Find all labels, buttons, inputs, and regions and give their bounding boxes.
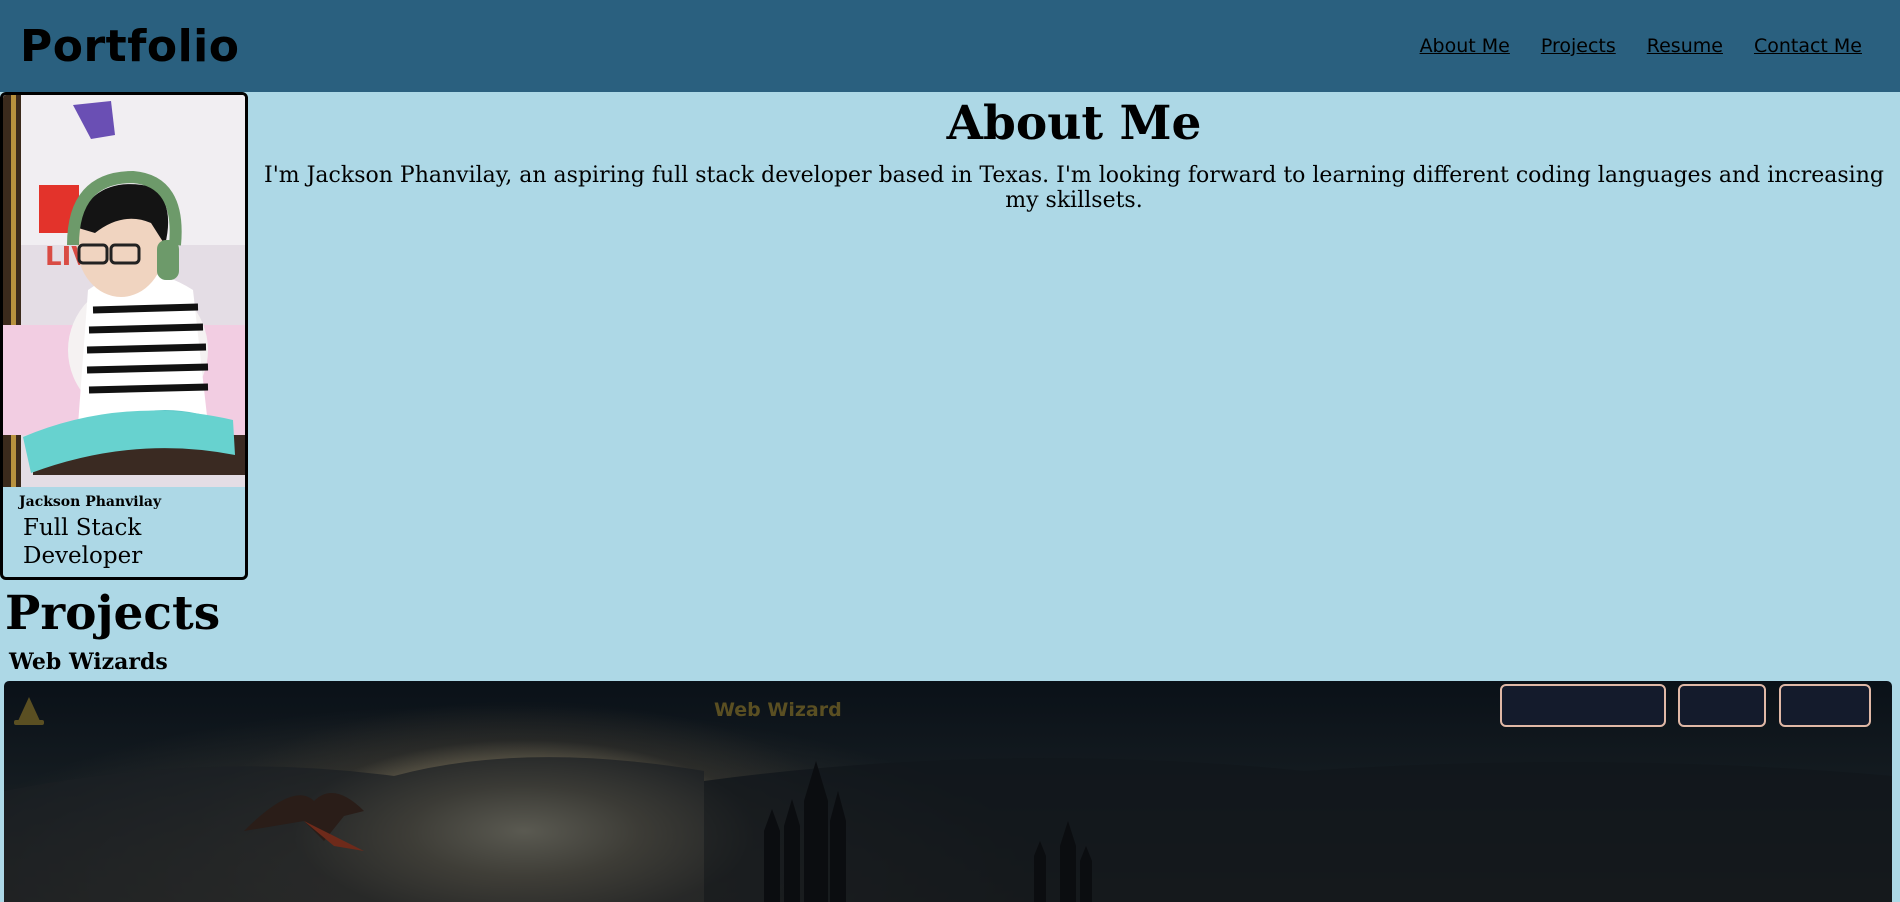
project-preview-web-wizards[interactable]: Web Wizard — [4, 681, 1892, 902]
about-text: I'm Jackson Phanvilay, an aspiring full … — [264, 163, 1884, 213]
project-name-web-wizards: Web Wizards — [9, 649, 168, 675]
profile-photo-illustration: LIVE — [3, 95, 245, 487]
castle-landscape-illustration — [4, 757, 1892, 902]
nav-link-contact-me[interactable]: Contact Me — [1754, 35, 1862, 57]
profile-card: LIVE Jackson Phanvilay Full Stack Develo… — [0, 92, 248, 580]
nav-link-about-me[interactable]: About Me — [1420, 35, 1510, 57]
about-title: About Me — [946, 96, 1202, 151]
projects-title: Projects — [5, 586, 221, 641]
brand-title: Portfolio — [20, 20, 240, 72]
profile-name: Jackson Phanvilay — [19, 494, 162, 510]
main-nav: About Me Projects Resume Contact Me — [1420, 35, 1862, 57]
profile-role: Full Stack Developer — [23, 515, 143, 569]
site-header: Portfolio About Me Projects Resume Conta… — [0, 0, 1900, 92]
nav-link-projects[interactable]: Projects — [1541, 35, 1616, 57]
profile-photo: LIVE — [3, 95, 245, 487]
nav-link-resume[interactable]: Resume — [1647, 35, 1723, 57]
